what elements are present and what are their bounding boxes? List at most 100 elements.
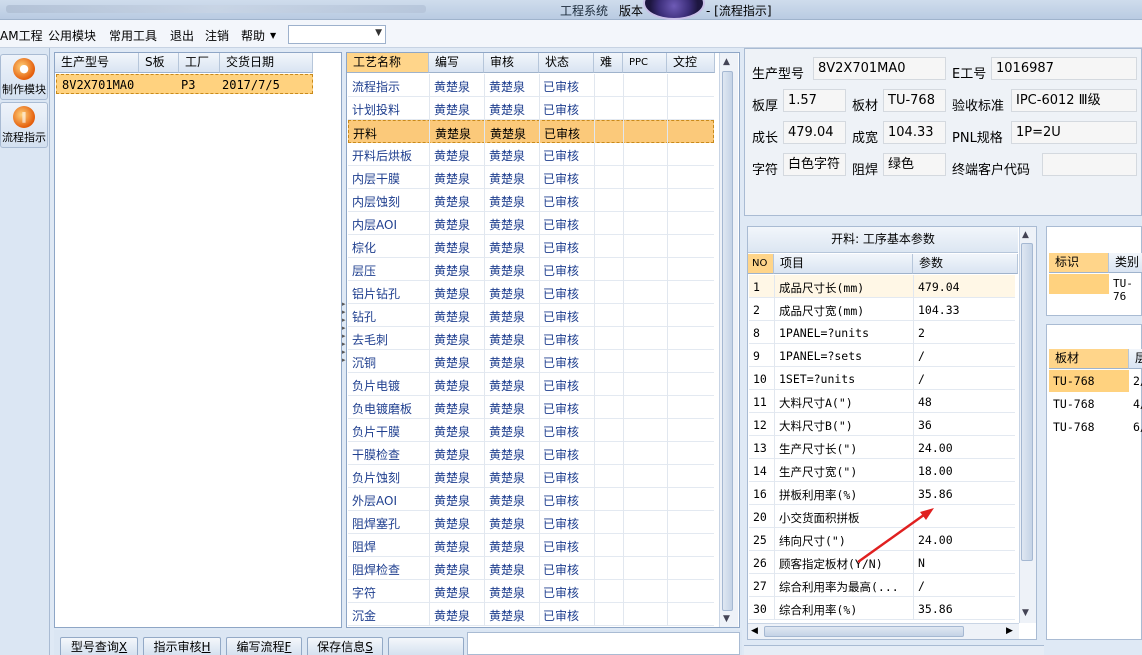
col-header-model[interactable]: 生产型号 [55, 53, 139, 73]
table-row[interactable]: 外层AOI 黄楚泉 黄楚泉 已审核 [348, 488, 714, 511]
table-row[interactable]: 30 综合利用率(%) 35.86 [749, 597, 1015, 620]
table-row[interactable]: 负片干膜 黄楚泉 黄楚泉 已审核 [348, 419, 714, 442]
menu-exit[interactable]: 退出 [170, 27, 194, 44]
col-header-ppc[interactable]: PPC [623, 53, 667, 73]
table-row[interactable]: 内层AOI 黄楚泉 黄楚泉 已审核 [348, 212, 714, 235]
table-row[interactable]: 14 生产尺寸宽(") 18.00 [749, 459, 1015, 482]
write-process-button[interactable]: 编写流程F [226, 637, 302, 655]
cell-status: 已审核 [543, 287, 580, 301]
scroll-thumb[interactable] [722, 71, 733, 611]
col-header-value[interactable]: 参数 [913, 254, 1018, 274]
table-row[interactable]: 11 大料尺寸A(") 48 [749, 390, 1015, 413]
table-row[interactable]: 去毛刺 黄楚泉 黄楚泉 已审核 [348, 327, 714, 350]
scroll-down-icon[interactable]: ▼ [1022, 608, 1029, 618]
field-pnl-spec[interactable]: 1P=2U [1011, 121, 1137, 144]
col-header-process-name[interactable]: 工艺名称 [347, 53, 429, 73]
table-row[interactable]: 负片蚀刻 黄楚泉 黄楚泉 已审核 [348, 465, 714, 488]
menu-common-tools[interactable]: 常用工具 [109, 27, 157, 44]
params-hscrollbar[interactable]: ◀ ▶ [748, 623, 1019, 639]
col-header-reviewer[interactable]: 审核 [484, 53, 539, 73]
field-solder-mask[interactable]: 绿色 [883, 153, 946, 176]
extra-button[interactable] [388, 637, 464, 655]
field-thickness[interactable]: 1.57 [783, 89, 846, 112]
table-row[interactable]: 内层蚀刻 黄楚泉 黄楚泉 已审核 [348, 189, 714, 212]
scroll-left-icon[interactable]: ◀ [751, 626, 758, 636]
instruction-review-button[interactable]: 指示审核H [143, 637, 221, 655]
table-row[interactable]: 1 成品尺寸长(mm) 479.04 [749, 275, 1015, 298]
menu-am-engineering[interactable]: AM工程 [0, 27, 43, 44]
table-row[interactable]: 计划投料 黄楚泉 黄楚泉 已审核 [348, 97, 714, 120]
nav-make-module[interactable]: ● 制作模块 [0, 54, 48, 100]
table-row[interactable]: 字符 黄楚泉 黄楚泉 已审核 [348, 580, 714, 603]
col-header-doc-control[interactable]: 文控 [667, 53, 715, 73]
field-model[interactable]: 8V2X701MA0 [813, 57, 946, 80]
table-row[interactable]: 沉铜 黄楚泉 黄楚泉 已审核 [348, 350, 714, 373]
field-material[interactable]: TU-768 [883, 89, 946, 112]
col-header-writer[interactable]: 编写 [429, 53, 484, 73]
table-row[interactable]: 27 综合利用率为最高(... / [749, 574, 1015, 597]
menu-logout[interactable]: 注销 [205, 27, 229, 44]
params-scrollbar[interactable]: ▲ ▼ [1019, 227, 1036, 623]
table-row[interactable]: 阻焊检查 黄楚泉 黄楚泉 已审核 [348, 557, 714, 580]
col-header-status[interactable]: 状态 [539, 53, 594, 73]
table-row[interactable]: 负电镀磨板 黄楚泉 黄楚泉 已审核 [348, 396, 714, 419]
nav-process-instruction[interactable]: ‖ 流程指示 [0, 102, 48, 148]
table-row[interactable]: 阻焊 黄楚泉 黄楚泉 已审核 [348, 534, 714, 557]
table-row[interactable]: 12 大料尺寸B(") 36 [749, 413, 1015, 436]
hscroll-thumb[interactable] [764, 626, 964, 637]
table-row[interactable]: 开料后烘板 黄楚泉 黄楚泉 已审核 [348, 143, 714, 166]
table-row[interactable]: 8 1PANEL=?units 2 [749, 321, 1015, 344]
cell-reviewer: 黄楚泉 [489, 287, 526, 301]
table-row[interactable]: 10 1SET=?units / [749, 367, 1015, 390]
table-row[interactable]: 2 成品尺寸宽(mm) 104.33 [749, 298, 1015, 321]
scroll-right-icon[interactable]: ▶ [1006, 626, 1013, 636]
cell-item: 纬向尺寸(") [779, 534, 846, 548]
table-row[interactable]: 沉金 黄楚泉 黄楚泉 已审核 [348, 603, 714, 626]
table-row[interactable]: 流程指示 黄楚泉 黄楚泉 已审核 [348, 74, 714, 97]
field-width[interactable]: 104.33 [883, 121, 946, 144]
save-info-button[interactable]: 保存信息S [307, 637, 383, 655]
table-row[interactable]: 层压 黄楚泉 黄楚泉 已审核 [348, 258, 714, 281]
table-row[interactable]: 钻孔 黄楚泉 黄楚泉 已审核 [348, 304, 714, 327]
scroll-down-icon[interactable]: ▼ [723, 614, 730, 624]
model-query-button[interactable]: 型号查询X [60, 637, 138, 655]
process-scrollbar[interactable]: ▲ ▼ [719, 53, 738, 627]
orders-table: 生产型号 S板 工厂 交货日期 8V2X701MA0 P3 2017/7/5 [54, 52, 342, 628]
table-cell-selected[interactable] [1049, 274, 1109, 294]
table-row[interactable]: 内层干膜 黄楚泉 黄楚泉 已审核 [348, 166, 714, 189]
table-row[interactable]: 开料 黄楚泉 黄楚泉 已审核 [348, 120, 714, 143]
col-header-board[interactable]: 板材 [1049, 349, 1129, 369]
cell-val: / [918, 349, 925, 363]
col-header-category[interactable]: 类别 [1109, 253, 1142, 273]
menu-common-module[interactable]: 公用模块 [48, 27, 96, 44]
table-row[interactable]: 13 生产尺寸长(") 24.00 [749, 436, 1015, 459]
table-row[interactable]: 干膜检查 黄楚泉 黄楚泉 已审核 [348, 442, 714, 465]
col-header-s-board[interactable]: S板 [139, 53, 179, 73]
cell-layer: 4/ [1133, 397, 1142, 411]
field-length[interactable]: 479.04 [783, 121, 846, 144]
scroll-up-icon[interactable]: ▲ [723, 57, 730, 67]
menu-help[interactable]: 帮助 [241, 27, 265, 44]
col-header-tag[interactable]: 标识 [1049, 253, 1109, 273]
scroll-thumb[interactable] [1021, 243, 1033, 561]
table-row[interactable]: 8V2X701MA0 P3 2017/7/5 [56, 74, 313, 94]
table-row[interactable]: 棕化 黄楚泉 黄楚泉 已审核 [348, 235, 714, 258]
table-row[interactable]: 阻焊塞孔 黄楚泉 黄楚泉 已审核 [348, 511, 714, 534]
table-row[interactable]: 9 1PANEL=?sets / [749, 344, 1015, 367]
field-eno[interactable]: 1016987 [991, 57, 1137, 80]
col-header-no[interactable]: NO [748, 254, 774, 274]
menu-combo-select[interactable]: ▼ [288, 25, 386, 44]
col-header-layer[interactable]: 层 [1129, 349, 1142, 369]
cell-name: 去毛刺 [352, 333, 389, 347]
col-header-delivery-date[interactable]: 交货日期 [220, 53, 313, 73]
col-header-item[interactable]: 项目 [774, 254, 913, 274]
field-standard[interactable]: IPC-6012 Ⅲ级 [1011, 89, 1137, 112]
scroll-up-icon[interactable]: ▲ [1022, 230, 1029, 240]
table-row[interactable]: 负片电镀 黄楚泉 黄楚泉 已审核 [348, 373, 714, 396]
field-customer-code[interactable] [1042, 153, 1137, 176]
table-row[interactable]: 铝片钻孔 黄楚泉 黄楚泉 已审核 [348, 281, 714, 304]
field-silkscreen[interactable]: 白色字符 [783, 153, 846, 176]
col-header-difficulty[interactable]: 难 [594, 53, 623, 73]
help-chevron-down-icon[interactable]: ▼ [270, 31, 276, 40]
col-header-factory[interactable]: 工厂 [179, 53, 220, 73]
